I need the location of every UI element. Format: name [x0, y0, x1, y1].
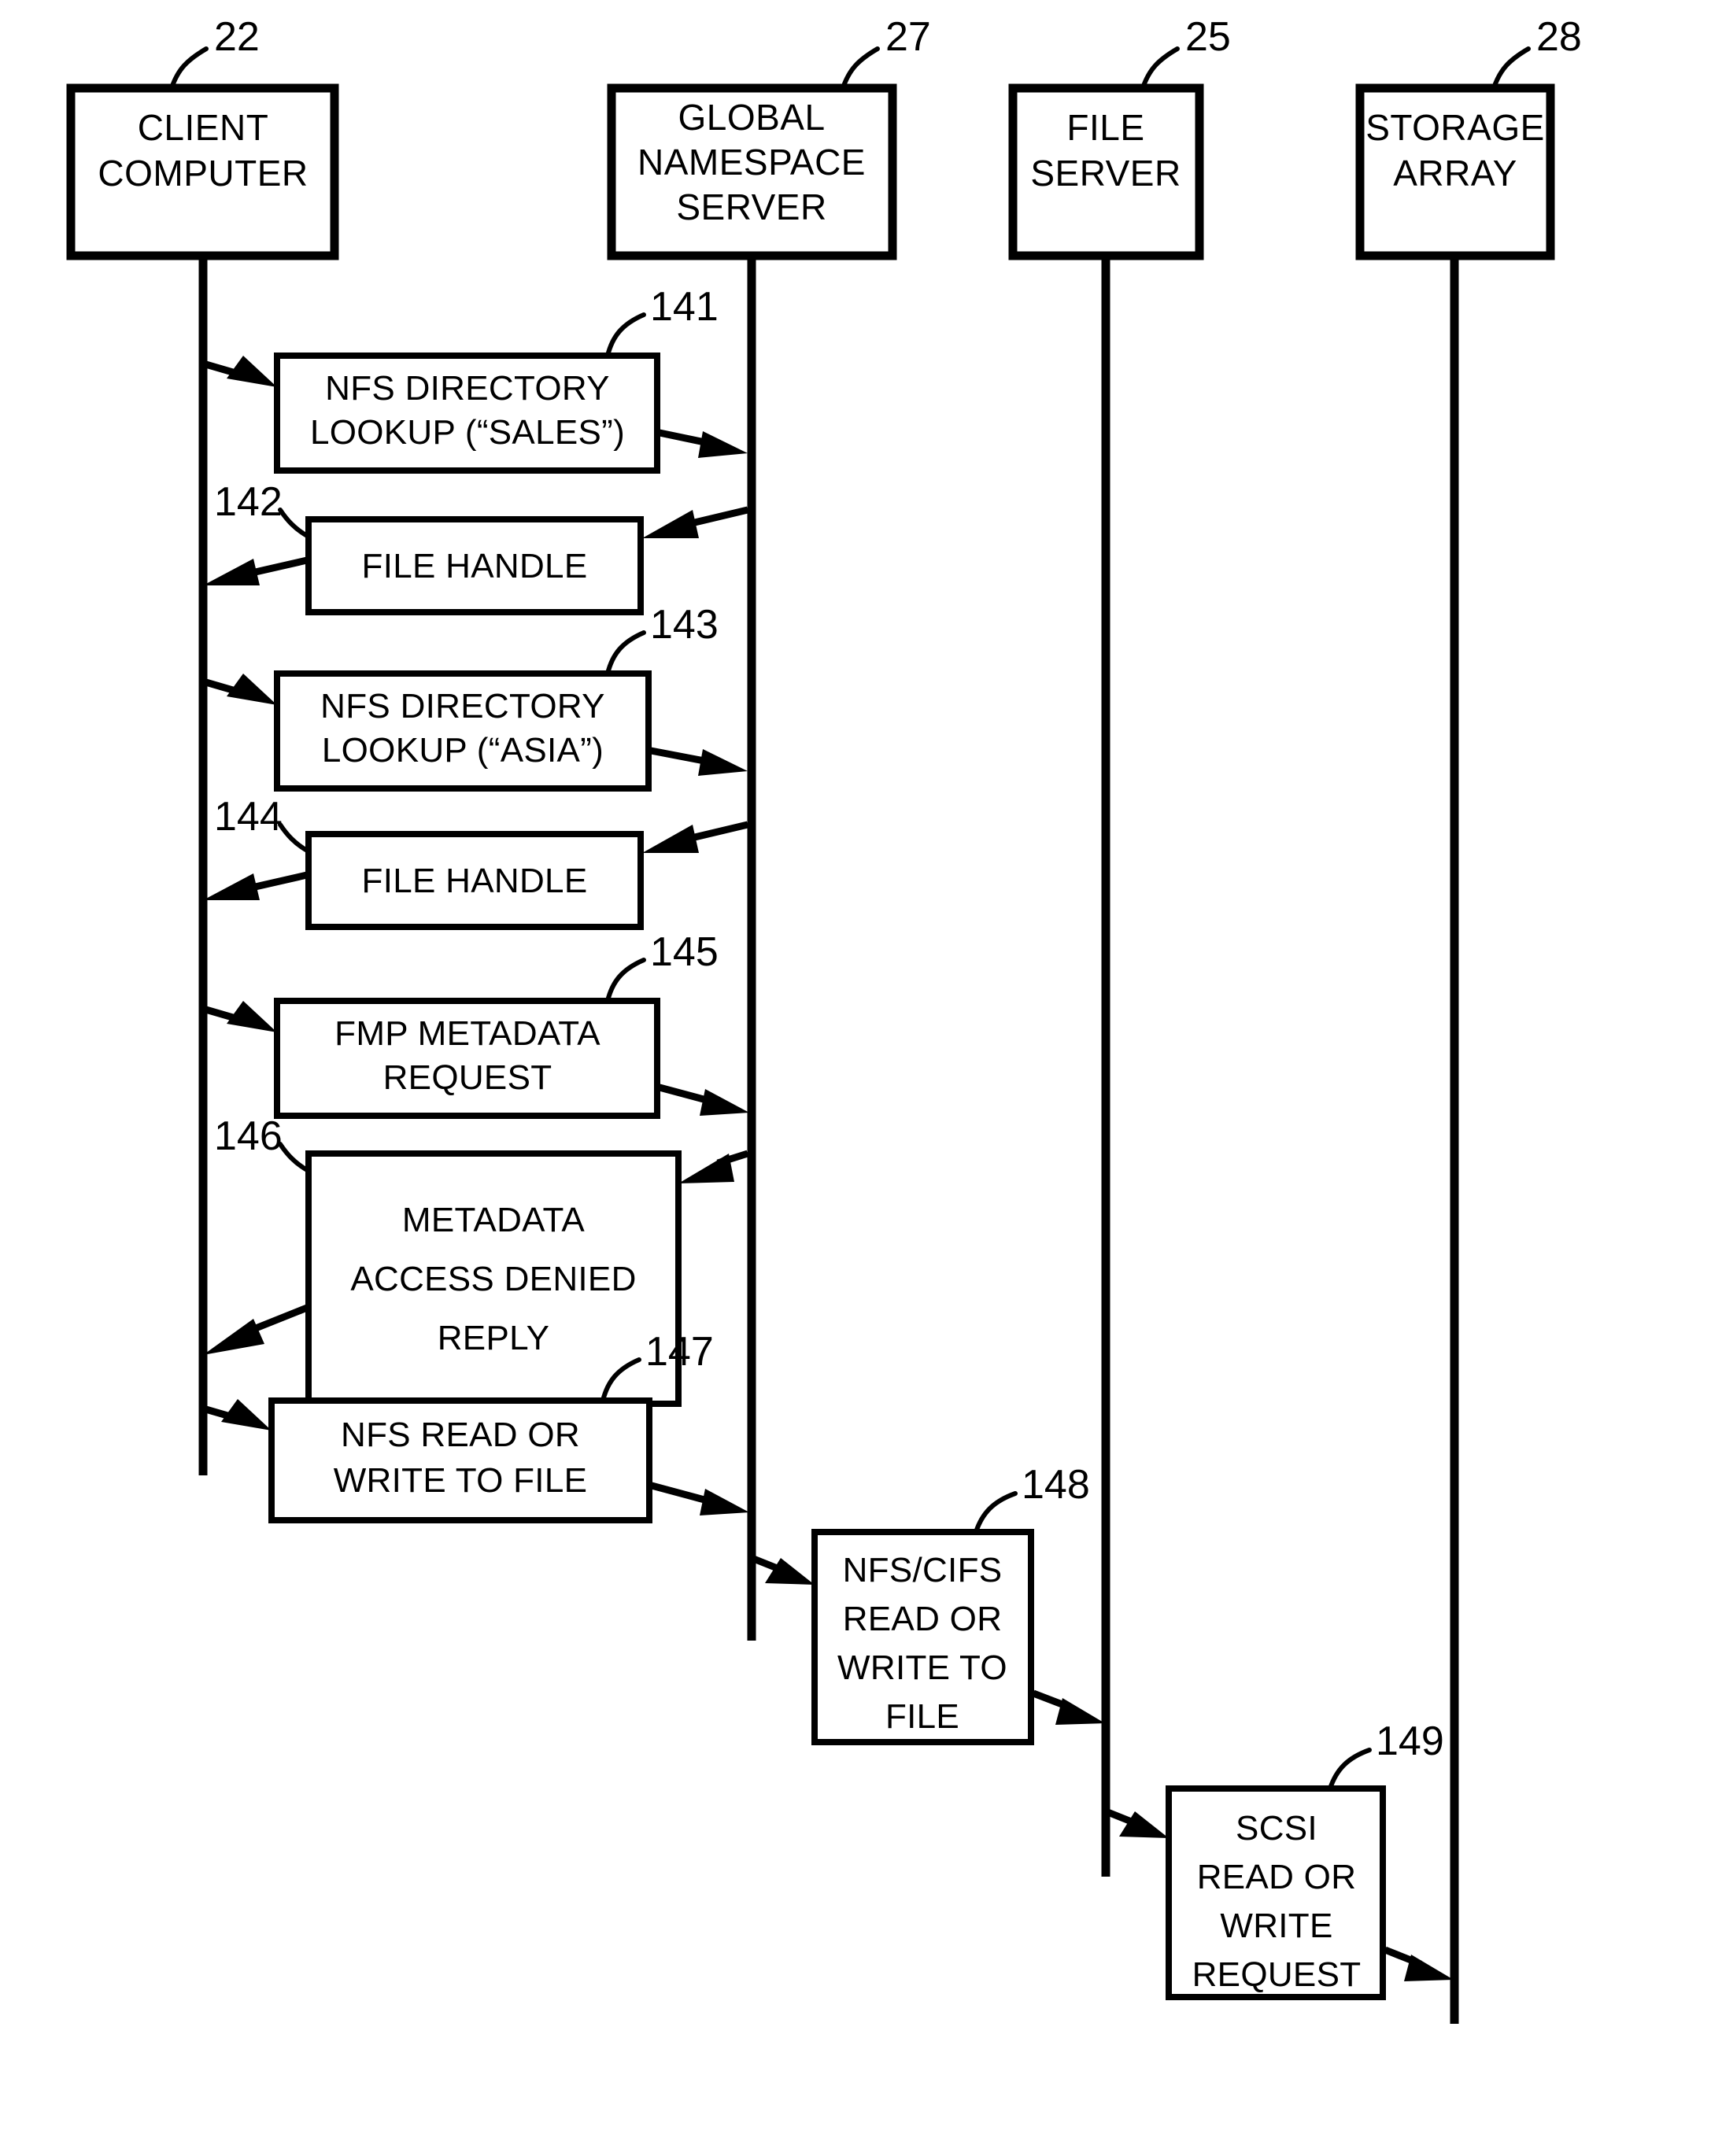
- ref-number-22: 22: [214, 14, 260, 60]
- leader-line-144: [278, 822, 311, 854]
- node-client-computer[interactable]: CLIENT COMPUTER 22: [66, 14, 339, 260]
- leader-line-22: [169, 46, 209, 90]
- arrow-head-146-out: [203, 1319, 264, 1355]
- message-label-143-line1: NFS DIRECTORY: [320, 687, 605, 725]
- ref-number-146: 146: [214, 1113, 283, 1159]
- message-label-141-line2: LOOKUP (“SALES”): [310, 413, 625, 452]
- ref-number-27: 27: [885, 14, 931, 60]
- node-label-gns-line1: GLOBAL: [678, 97, 825, 138]
- message-label-149-line1: SCSI: [1236, 1809, 1317, 1848]
- node-label-file-server-line1: FILE: [1066, 107, 1144, 148]
- message-label-145-line2: REQUEST: [383, 1058, 552, 1097]
- ref-number-149: 149: [1376, 1719, 1444, 1764]
- node-storage-array[interactable]: STORAGE ARRAY 28: [1355, 14, 1582, 260]
- ref-number-141: 141: [650, 284, 719, 330]
- leader-line-27: [841, 46, 880, 90]
- message-label-148-line3: WRITE TO: [837, 1648, 1007, 1687]
- node-label-gns-line3: SERVER: [676, 186, 826, 227]
- leader-line-149: [1328, 1748, 1372, 1791]
- sequence-diagram: CLIENT COMPUTER 22 GLOBAL NAMESPACE SERV…: [66, 14, 1582, 2024]
- message-label-142-line1: FILE HANDLE: [362, 547, 588, 585]
- ref-number-28: 28: [1536, 14, 1582, 60]
- leader-line-25: [1140, 46, 1180, 90]
- message-label-147-line1: NFS READ OR: [341, 1416, 580, 1454]
- arrow-line-142-out: [250, 556, 309, 577]
- message-label-143-line2: LOOKUP (“ASIA”): [322, 731, 604, 770]
- arrow-head-142-in: [642, 510, 699, 538]
- message-label-144-line1: FILE HANDLE: [362, 862, 588, 900]
- leader-line-145: [605, 958, 646, 1003]
- node-label-client-computer-line1: CLIENT: [138, 107, 269, 148]
- ref-number-142: 142: [214, 479, 283, 525]
- arrow-head-147-out: [700, 1489, 749, 1515]
- message-label-149-line3: WRITE: [1220, 1907, 1332, 1945]
- ref-number-144: 144: [214, 794, 283, 840]
- message-label-149-line4: REQUEST: [1192, 1955, 1362, 1994]
- ref-number-148: 148: [1022, 1462, 1090, 1508]
- arrow-line-146-out: [250, 1304, 309, 1334]
- node-label-storage-array-line1: STORAGE: [1365, 107, 1545, 148]
- message-144[interactable]: FILE HANDLE 144: [203, 794, 749, 930]
- arrow-head-144-in: [642, 825, 699, 853]
- arrow-head-142-out: [203, 559, 260, 585]
- node-label-gns-line2: NAMESPACE: [637, 142, 866, 183]
- arrow-head-141-out: [698, 431, 748, 458]
- message-label-148-line4: FILE: [885, 1697, 959, 1736]
- message-label-148-line2: READ OR: [843, 1600, 1003, 1638]
- ref-number-143: 143: [650, 602, 719, 648]
- arrow-line-147-out: [650, 1482, 706, 1504]
- arrow-head-143-in: [227, 674, 277, 705]
- ref-number-145: 145: [650, 929, 719, 975]
- message-141[interactable]: NFS DIRECTORY LOOKUP (“SALES”) 141: [201, 284, 748, 474]
- leader-line-143: [605, 630, 646, 676]
- message-label-145-line1: FMP METADATA: [334, 1014, 600, 1053]
- message-label-146-line3: REPLY: [438, 1319, 550, 1357]
- leader-line-28: [1491, 46, 1531, 90]
- node-global-namespace-server[interactable]: GLOBAL NAMESPACE SERVER 27: [607, 14, 931, 260]
- arrow-head-148-out: [1055, 1698, 1105, 1725]
- node-label-file-server-line2: SERVER: [1030, 153, 1181, 194]
- leader-line-148: [974, 1491, 1018, 1534]
- leader-line-142: [278, 508, 311, 539]
- arrow-head-141-in: [227, 356, 277, 387]
- message-149[interactable]: SCSI READ OR WRITE REQUEST 149: [1104, 1719, 1454, 2000]
- ref-number-25: 25: [1185, 14, 1231, 60]
- message-145[interactable]: FMP METADATA REQUEST 145: [201, 929, 749, 1119]
- arrow-head-145-in: [227, 1001, 277, 1032]
- arrow-head-146-in: [678, 1154, 734, 1183]
- leader-line-141: [605, 312, 646, 358]
- message-label-147-line2: WRITE TO FILE: [334, 1461, 588, 1500]
- arrow-head-145-out: [700, 1089, 749, 1116]
- node-label-client-computer-line2: COMPUTER: [98, 153, 308, 194]
- arrow-head-144-out: [203, 873, 260, 900]
- message-143[interactable]: NFS DIRECTORY LOOKUP (“ASIA”) 143: [201, 602, 748, 792]
- node-label-storage-array-line2: ARRAY: [1393, 153, 1517, 194]
- leader-line-146: [278, 1142, 311, 1173]
- node-file-server[interactable]: FILE SERVER 25: [1008, 14, 1231, 260]
- message-148[interactable]: NFS/CIFS READ OR WRITE TO FILE 148: [750, 1462, 1105, 1745]
- arrow-head-147-in: [221, 1399, 272, 1431]
- ref-number-147: 147: [645, 1329, 714, 1375]
- message-label-141-line1: NFS DIRECTORY: [325, 369, 610, 408]
- arrow-head-149-out: [1404, 1955, 1454, 1981]
- figure-canvas: CLIENT COMPUTER 22 GLOBAL NAMESPACE SERV…: [0, 0, 1722, 2156]
- arrow-head-143-out: [698, 749, 748, 776]
- message-142[interactable]: FILE HANDLE 142: [203, 479, 749, 615]
- message-label-148-line1: NFS/CIFS: [843, 1551, 1003, 1589]
- arrow-line-143-out: [650, 747, 709, 766]
- arrow-head-148-in: [765, 1558, 815, 1585]
- arrow-head-149-in: [1119, 1811, 1169, 1838]
- arrow-line-144-out: [250, 871, 309, 892]
- message-label-149-line2: READ OR: [1197, 1858, 1357, 1896]
- message-label-146-line1: METADATA: [402, 1201, 586, 1239]
- message-label-146-line2: ACCESS DENIED: [350, 1260, 636, 1298]
